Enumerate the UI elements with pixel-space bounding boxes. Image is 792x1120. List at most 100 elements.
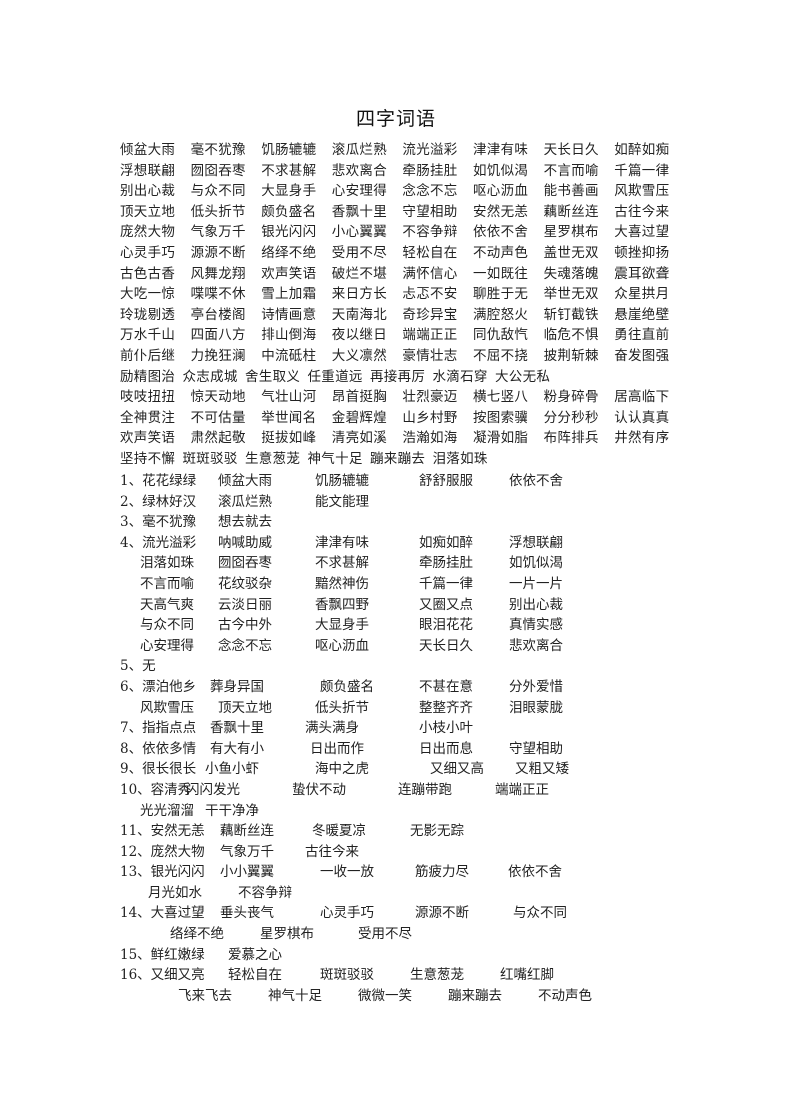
answer-word: 受用不尽 bbox=[358, 926, 412, 943]
answer-word: 香飘十里 bbox=[210, 720, 264, 737]
answer-word: 蹦来蹦去 bbox=[448, 987, 502, 1004]
idiom: 千篇一律 bbox=[614, 162, 670, 179]
idiom: 勇往直前 bbox=[614, 327, 670, 344]
idiom: 星罗棋布 bbox=[543, 224, 599, 241]
idiom: 任重道远 bbox=[307, 368, 363, 385]
idiom: 壮烈豪迈 bbox=[402, 389, 458, 406]
numbered-answer: 9、很长很长 bbox=[120, 761, 197, 778]
idiom: 牵肠挂肚 bbox=[402, 162, 458, 179]
answer-word: 无影无踪 bbox=[410, 823, 464, 840]
idiom: 满怀信心 bbox=[402, 265, 458, 282]
idiom: 悲欢离合 bbox=[331, 162, 387, 179]
answer-word: 飞来飞去 bbox=[178, 987, 232, 1004]
answer-word: 滚瓜烂熟 bbox=[218, 493, 272, 510]
numbered-answer: 12、庞然大物 bbox=[120, 843, 205, 860]
idiom: 风欺雪压 bbox=[614, 183, 670, 200]
answer-word: 泪眼蒙胧 bbox=[509, 699, 563, 716]
idiom: 昂首挺胸 bbox=[331, 389, 387, 406]
answer-word: 干干净净 bbox=[205, 802, 259, 819]
idiom: 举世闻名 bbox=[261, 409, 317, 426]
answer-word: 小鱼小虾 bbox=[205, 761, 259, 778]
answer-word: 香飘四野 bbox=[315, 596, 369, 613]
idiom: 玲珑剔透 bbox=[120, 306, 176, 323]
idiom: 举世无双 bbox=[543, 286, 599, 303]
idiom: 毫不犹豫 bbox=[190, 142, 246, 158]
idiom: 生意葱茏 bbox=[245, 450, 301, 467]
answer-word: 真情实感 bbox=[509, 617, 563, 634]
idiom: 四面八方 bbox=[190, 327, 246, 344]
answer-word: 囫囵吞枣 bbox=[218, 555, 272, 572]
idiom: 震耳欲聋 bbox=[614, 265, 670, 282]
answer-word: 倾盆大雨 bbox=[218, 473, 272, 489]
idiom: 低头折节 bbox=[190, 203, 246, 220]
idiom: 众志成城 bbox=[182, 368, 238, 385]
numbered-answer: 5、无 bbox=[120, 658, 156, 675]
idiom: 水滴石穿 bbox=[432, 368, 488, 385]
idiom: 不屈不挠 bbox=[473, 347, 529, 364]
idiom: 颇负盛名 bbox=[261, 203, 317, 220]
answer-word: 光光溜溜 bbox=[140, 802, 194, 819]
answer-word: 神气十足 bbox=[268, 987, 322, 1004]
answer-word: 云淡日丽 bbox=[218, 596, 272, 613]
answer-word: 整整齐齐 bbox=[419, 699, 473, 716]
idiom: 布阵排兵 bbox=[543, 430, 599, 447]
idiom: 气壮山河 bbox=[261, 389, 317, 406]
idiom: 古色古香 bbox=[120, 265, 176, 282]
answer-word: 想去就去 bbox=[218, 514, 272, 531]
idiom: 庞然大物 bbox=[120, 224, 176, 241]
answer-word: 能文能理 bbox=[315, 493, 369, 510]
numbered-answer: 4、流光溢彩 bbox=[120, 534, 197, 551]
idiom: 悬崖绝壁 bbox=[614, 306, 670, 323]
idiom: 欢声笑语 bbox=[120, 430, 176, 447]
idiom: 失魂落魄 bbox=[543, 265, 599, 282]
answer-word: 有大有小 bbox=[210, 740, 264, 757]
idiom: 亭台楼阁 bbox=[190, 306, 246, 323]
idiom: 大喜过望 bbox=[614, 224, 670, 241]
answer-word: 冬暖夏凉 bbox=[312, 823, 366, 840]
idiom: 励精图治 bbox=[120, 368, 176, 385]
idiom: 端端正正 bbox=[402, 327, 458, 344]
idiom: 粉身碎骨 bbox=[543, 389, 599, 406]
numbered-answer: 16、又细又亮 bbox=[120, 967, 205, 984]
answer-word: 守望相助 bbox=[509, 740, 563, 757]
answer-word: 饥肠辘辘 bbox=[315, 473, 369, 489]
idiom: 众星拱月 bbox=[614, 286, 670, 303]
idiom: 顶天立地 bbox=[120, 203, 176, 220]
idiom: 不动声色 bbox=[473, 244, 529, 261]
answer-word: 气象万千 bbox=[220, 843, 274, 860]
idiom: 能书善画 bbox=[543, 183, 599, 200]
idiom: 依依不舍 bbox=[473, 224, 529, 241]
answer-word: 千篇一律 bbox=[419, 575, 473, 592]
idiom: 惊天动地 bbox=[190, 389, 246, 406]
answer-word: 日出而息 bbox=[419, 740, 473, 757]
answer-word: 闪闪发光 bbox=[186, 781, 240, 798]
answer-word: 如饥似渴 bbox=[509, 555, 563, 572]
idiom: 舍生取义 bbox=[245, 368, 301, 385]
idiom: 夜以继日 bbox=[331, 327, 387, 344]
idiom: 不言而喻 bbox=[543, 162, 599, 179]
idiom: 盖世无双 bbox=[543, 244, 599, 261]
answer-word: 不言而喻 bbox=[140, 575, 194, 592]
idiom: 一如既往 bbox=[473, 265, 529, 282]
idiom: 清亮如溪 bbox=[331, 430, 387, 447]
answer-word: 月光如水 bbox=[148, 884, 202, 901]
numbered-answer: 14、大喜过望 bbox=[120, 905, 205, 922]
idiom: 井然有序 bbox=[614, 430, 670, 447]
answer-word: 一片一片 bbox=[509, 575, 563, 592]
numbered-answer: 6、漂泊他乡 bbox=[120, 678, 197, 695]
answer-word: 又细又高 bbox=[430, 761, 484, 778]
idiom: 别出心裁 bbox=[120, 183, 176, 200]
idiom: 来日方长 bbox=[331, 286, 387, 303]
idiom: 中流砥柱 bbox=[261, 347, 317, 364]
idiom: 如饥似渴 bbox=[473, 162, 529, 179]
idiom: 天长日久 bbox=[543, 142, 599, 158]
idiom: 分分秒秒 bbox=[543, 409, 599, 426]
idiom: 大公无私 bbox=[495, 368, 551, 385]
answer-word: 呕心沥血 bbox=[315, 637, 369, 654]
answer-word: 小枝小叶 bbox=[419, 720, 473, 737]
idiom: 不可估量 bbox=[190, 409, 246, 426]
idiom: 气象万千 bbox=[190, 224, 246, 241]
idiom: 忐忑不安 bbox=[402, 286, 458, 303]
numbered-answer: 8、依依多情 bbox=[120, 740, 197, 757]
answer-word: 红嘴红脚 bbox=[500, 967, 554, 984]
